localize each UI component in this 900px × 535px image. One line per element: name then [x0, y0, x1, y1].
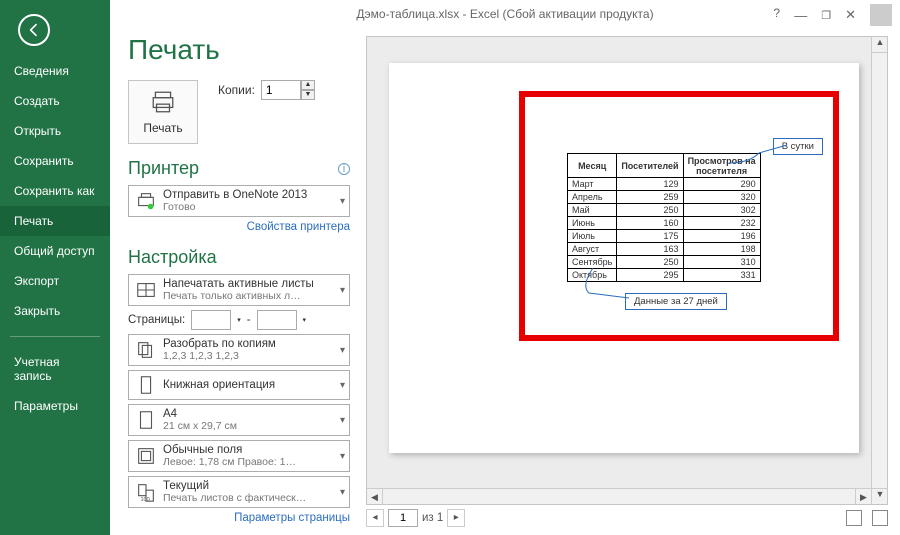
- page-setup-link[interactable]: Параметры страницы: [128, 512, 350, 524]
- help-icon[interactable]: ?: [773, 6, 780, 20]
- user-avatar[interactable]: [870, 4, 892, 26]
- copies-down-button[interactable]: ▼: [301, 90, 315, 100]
- scroll-up-button[interactable]: ▲: [872, 37, 888, 53]
- table-row: Август163198: [568, 243, 761, 256]
- printer-selector[interactable]: Отправить в OneNote 2013 Готово ▾: [128, 185, 350, 217]
- printer-device-icon: [135, 190, 157, 212]
- preview-footer: ◂ из 1 ▸: [366, 505, 888, 531]
- print-preview: МесяцПосетителейПросмотров напосетителя …: [366, 36, 888, 505]
- sidebar-item-6[interactable]: Общий доступ: [0, 236, 110, 266]
- chevron-down-icon: ▾: [340, 345, 345, 356]
- sidebar-item-1[interactable]: Создать: [0, 86, 110, 116]
- next-page-button[interactable]: ▸: [447, 509, 465, 527]
- sheets-icon: [135, 279, 157, 301]
- horizontal-scrollbar[interactable]: ◀ ▶: [367, 488, 871, 504]
- table-row: Апрель259320: [568, 191, 761, 204]
- page-count-label: из 1: [422, 512, 443, 524]
- margins-icon: [135, 445, 157, 467]
- printer-icon: [150, 89, 176, 115]
- minimize-icon[interactable]: —: [794, 8, 807, 23]
- window-title: Дэмо-таблица.xlsx - Excel (Сбой активаци…: [356, 7, 653, 21]
- copies-label: Копии:: [218, 83, 255, 97]
- sidebar-item-3[interactable]: Сохранить: [0, 146, 110, 176]
- printer-properties-link[interactable]: Свойства принтера: [128, 221, 350, 233]
- paper-size-selector[interactable]: A421 см x 29,7 см ▾: [128, 404, 350, 436]
- table-header: Посетителей: [617, 154, 683, 178]
- sidebar-item-5[interactable]: Печать: [0, 206, 110, 236]
- table-row: Май250302: [568, 204, 761, 217]
- chevron-down-icon: ▾: [340, 487, 345, 498]
- page-icon: [135, 409, 157, 431]
- printer-heading: Принтер: [128, 158, 199, 179]
- backstage-sidebar: СведенияСоздатьОткрытьСохранитьСохранить…: [0, 0, 110, 535]
- titlebar: Дэмо-таблица.xlsx - Excel (Сбой активаци…: [110, 0, 900, 28]
- print-settings-panel: Печать Печать Копии: ▲ ▼: [110, 28, 360, 535]
- preview-page: МесяцПосетителейПросмотров напосетителя …: [389, 63, 859, 453]
- current-page-input[interactable]: [388, 509, 418, 527]
- scroll-left-button[interactable]: ◀: [367, 489, 383, 505]
- collate-icon: [135, 339, 157, 361]
- data-table: МесяцПосетителейПросмотров напосетителя …: [567, 153, 761, 282]
- sidebar-item-8[interactable]: Закрыть: [0, 296, 110, 326]
- svg-text:100: 100: [141, 497, 150, 503]
- connector-line: [581, 268, 631, 300]
- margins-selector[interactable]: Обычные поляЛевое: 1,78 см Правое: 1… ▾: [128, 440, 350, 472]
- page-title: Печать: [128, 34, 350, 66]
- pages-label: Страницы:: [128, 314, 185, 326]
- scroll-down-button[interactable]: ▼: [872, 488, 888, 504]
- copies-up-button[interactable]: ▲: [301, 80, 315, 90]
- chevron-down-icon: ▾: [340, 451, 345, 462]
- table-row: Июнь160232: [568, 217, 761, 230]
- settings-heading: Настройка: [128, 247, 217, 268]
- chevron-down-icon: ▾: [340, 285, 345, 296]
- restore-icon[interactable]: ❐: [821, 9, 831, 22]
- chevron-down-icon: ▾: [340, 196, 345, 207]
- sidebar-item-7[interactable]: Экспорт: [0, 266, 110, 296]
- printer-info-icon[interactable]: i: [338, 163, 350, 175]
- scaling-icon: 100: [135, 481, 157, 503]
- pages-to-input[interactable]: [257, 310, 297, 330]
- sidebar-footer-item-0[interactable]: Учетная запись: [0, 347, 110, 391]
- sidebar-item-4[interactable]: Сохранить как: [0, 176, 110, 206]
- close-icon[interactable]: ✕: [845, 7, 856, 23]
- copies-input[interactable]: [261, 80, 301, 100]
- callout-27days: Данные за 27 дней: [625, 293, 727, 310]
- sidebar-item-2[interactable]: Открыть: [0, 116, 110, 146]
- orientation-selector[interactable]: Книжная ориентация ▾: [128, 370, 350, 400]
- zoom-to-page-button[interactable]: [872, 510, 888, 526]
- scaling-selector[interactable]: 100 ТекущийПечать листов с фактическ… ▾: [128, 476, 350, 508]
- pages-from-input[interactable]: [191, 310, 231, 330]
- print-button[interactable]: Печать: [128, 80, 198, 144]
- chevron-down-icon: ▾: [340, 380, 345, 391]
- collate-selector[interactable]: Разобрать по копиям1,2,3 1,2,3 1,2,3 ▾: [128, 334, 350, 366]
- sidebar-item-0[interactable]: Сведения: [0, 56, 110, 86]
- table-row: Июль175196: [568, 230, 761, 243]
- back-button[interactable]: [18, 14, 50, 46]
- sidebar-footer-item-1[interactable]: Параметры: [0, 391, 110, 421]
- chevron-down-icon: ▾: [340, 415, 345, 426]
- portrait-icon: [135, 374, 157, 396]
- vertical-scrollbar[interactable]: ▲ ▼: [871, 37, 887, 504]
- show-margins-button[interactable]: [846, 510, 862, 526]
- prev-page-button[interactable]: ◂: [366, 509, 384, 527]
- print-what-selector[interactable]: Напечатать активные листыПечать только а…: [128, 274, 350, 306]
- table-row: Март129290: [568, 178, 761, 191]
- connector-line: [729, 143, 789, 169]
- table-row: Сентябрь250310: [568, 256, 761, 269]
- table-header: Месяц: [568, 154, 617, 178]
- scroll-right-button[interactable]: ▶: [855, 489, 871, 505]
